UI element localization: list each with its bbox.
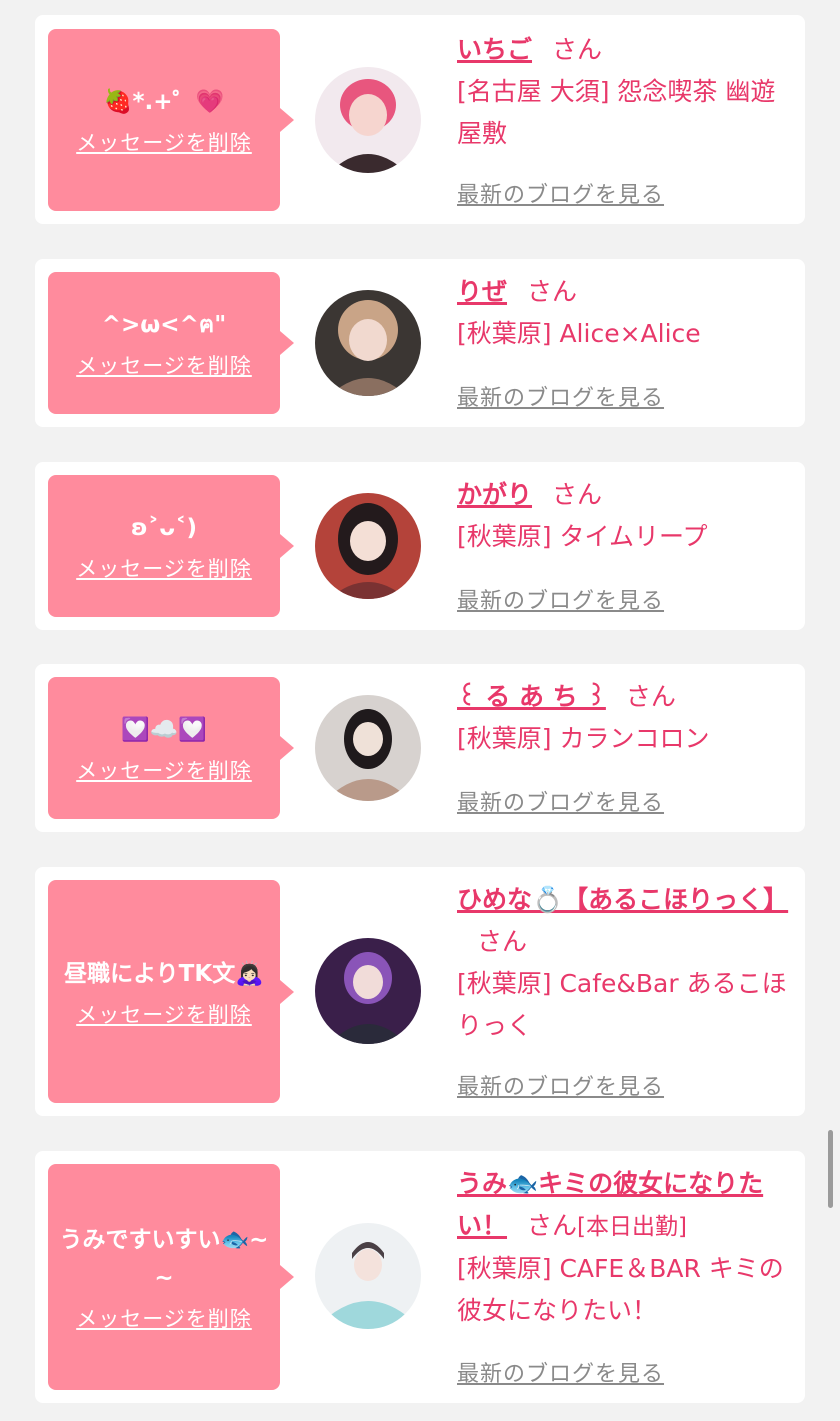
message-bubble: うみですいすい🐟~~ メッセージを削除	[48, 1164, 294, 1390]
working-today-badge: [本日出勤]	[577, 1214, 687, 1240]
avatar-image	[315, 493, 421, 599]
delete-message-link[interactable]: メッセージを削除	[76, 755, 252, 785]
latest-blog-link[interactable]: 最新のブログを見る	[457, 583, 664, 615]
message-bubble: 昼職によりTK文🙇🏻‍♀️ メッセージを削除	[48, 880, 294, 1103]
cast-name-link[interactable]: ꒰ る あ ち ꒱	[457, 682, 606, 711]
shop-name: [秋葉原] Alice×Alice	[457, 319, 701, 348]
name-line: かがり さん	[457, 474, 795, 516]
message-bubble: ^>ω<^ฅ" メッセージを削除	[48, 272, 294, 414]
avatar-face	[353, 722, 383, 756]
info-block: いちご さん [名古屋 大須] 怨念喫茶 幽遊屋敷	[457, 29, 795, 155]
latest-blog-link[interactable]: 最新のブログを見る	[457, 1069, 664, 1101]
cast-name-link[interactable]: ひめな💍【あるこほりっく】	[457, 885, 788, 914]
avatar[interactable]	[315, 67, 421, 173]
latest-blog-link[interactable]: 最新のブログを見る	[457, 177, 664, 209]
info-block: ꒰ る あ ち ꒱ さん [秋葉原] カランコロン	[457, 676, 795, 760]
message-bubble: ʚ˃ᴗ˂) メッセージを削除	[48, 475, 294, 617]
avatar-face	[353, 965, 383, 999]
avatar[interactable]	[315, 493, 421, 599]
name-line: うみ🐟キミの彼女になりたい！ さん[本日出勤]	[457, 1163, 795, 1248]
avatar[interactable]	[315, 1223, 421, 1329]
info-block: りぜ さん [秋葉原] Alice×Alice	[457, 271, 795, 355]
honorific: さん	[477, 927, 528, 956]
name-line: いちご さん	[457, 29, 795, 71]
avatar-image	[315, 695, 421, 801]
follow-card: 昼職によりTK文🙇🏻‍♀️ メッセージを削除 ひめな💍【あるこほりっく】さん […	[35, 867, 805, 1116]
avatar-image	[315, 290, 421, 396]
delete-message-link[interactable]: メッセージを削除	[76, 127, 252, 157]
shop-name: [秋葉原] Cafe&Bar あるこほりっく	[457, 969, 787, 1040]
avatar-image	[315, 67, 421, 173]
message-bubble: 💟☁️💟 メッセージを削除	[48, 677, 294, 819]
info-block: ひめな💍【あるこほりっく】さん [秋葉原] Cafe&Bar あるこほりっく	[457, 879, 795, 1047]
avatar-image	[315, 1223, 421, 1329]
delete-message-link[interactable]: メッセージを削除	[76, 1303, 252, 1333]
shop-name: [秋葉原] カランコロン	[457, 724, 710, 753]
follow-card: 🍓*.+゜💗 メッセージを削除 いちご さん [名古屋 大須] 怨念喫茶 幽遊屋敷…	[35, 15, 805, 224]
avatar-face	[349, 319, 387, 361]
shop-name: [名古屋 大須] 怨念喫茶 幽遊屋敷	[457, 77, 776, 148]
avatar-face	[349, 94, 387, 136]
latest-blog-link[interactable]: 最新のブログを見る	[457, 380, 664, 412]
latest-blog-link[interactable]: 最新のブログを見る	[457, 785, 664, 817]
message-text: 🍓*.+゜💗	[103, 89, 225, 115]
cast-name-link[interactable]: かがり	[457, 480, 532, 509]
shop-name: [秋葉原] CAFE＆BAR キミの彼女になりたい！	[457, 1254, 784, 1325]
latest-blog-link[interactable]: 最新のブログを見る	[457, 1356, 664, 1388]
delete-message-link[interactable]: メッセージを削除	[76, 999, 252, 1029]
shop-name: [秋葉原] タイムリープ	[457, 522, 708, 551]
cast-name-link[interactable]: いちご	[457, 35, 532, 64]
follow-card: ^>ω<^ฅ" メッセージを削除 りぜ さん [秋葉原] Alice×Alice …	[35, 259, 805, 427]
delete-message-link[interactable]: メッセージを削除	[76, 553, 252, 583]
avatar[interactable]	[315, 695, 421, 801]
message-text: 昼職によりTK文🙇🏻‍♀️	[64, 960, 264, 987]
name-line: ꒰ る あ ち ꒱ さん	[457, 676, 795, 718]
honorific: さん	[527, 1211, 578, 1240]
message-text: ^>ω<^ฅ"	[101, 312, 227, 338]
scrollbar-thumb[interactable]	[828, 1130, 833, 1208]
honorific: さん	[527, 277, 578, 306]
honorific: さん	[625, 682, 676, 711]
message-text: うみですいすい🐟~~	[59, 1227, 269, 1291]
name-line: ひめな💍【あるこほりっく】さん	[457, 879, 795, 963]
avatar-image	[315, 938, 421, 1044]
avatar-face	[350, 521, 386, 561]
info-block: かがり さん [秋葉原] タイムリープ	[457, 474, 795, 558]
follow-card: うみですいすい🐟~~ メッセージを削除 うみ🐟キミの彼女になりたい！ さん[本日出…	[35, 1151, 805, 1403]
honorific: さん	[552, 35, 603, 64]
message-bubble: 🍓*.+゜💗 メッセージを削除	[48, 29, 294, 211]
cast-name-link[interactable]: りぜ	[457, 277, 507, 306]
delete-message-link[interactable]: メッセージを削除	[76, 350, 252, 380]
message-text: ʚ˃ᴗ˂)	[130, 515, 198, 541]
follow-card: 💟☁️💟 メッセージを削除 ꒰ る あ ち ꒱ さん [秋葉原] カランコロン 最…	[35, 664, 805, 832]
honorific: さん	[552, 480, 603, 509]
avatar-face	[354, 1249, 382, 1281]
info-block: うみ🐟キミの彼女になりたい！ さん[本日出勤] [秋葉原] CAFE＆BAR キミ…	[457, 1163, 795, 1332]
name-line: りぜ さん	[457, 271, 795, 313]
message-text: 💟☁️💟	[121, 717, 207, 743]
follow-card: ʚ˃ᴗ˂) メッセージを削除 かがり さん [秋葉原] タイムリープ 最新のブログ…	[35, 462, 805, 630]
avatar[interactable]	[315, 290, 421, 396]
avatar[interactable]	[315, 938, 421, 1044]
